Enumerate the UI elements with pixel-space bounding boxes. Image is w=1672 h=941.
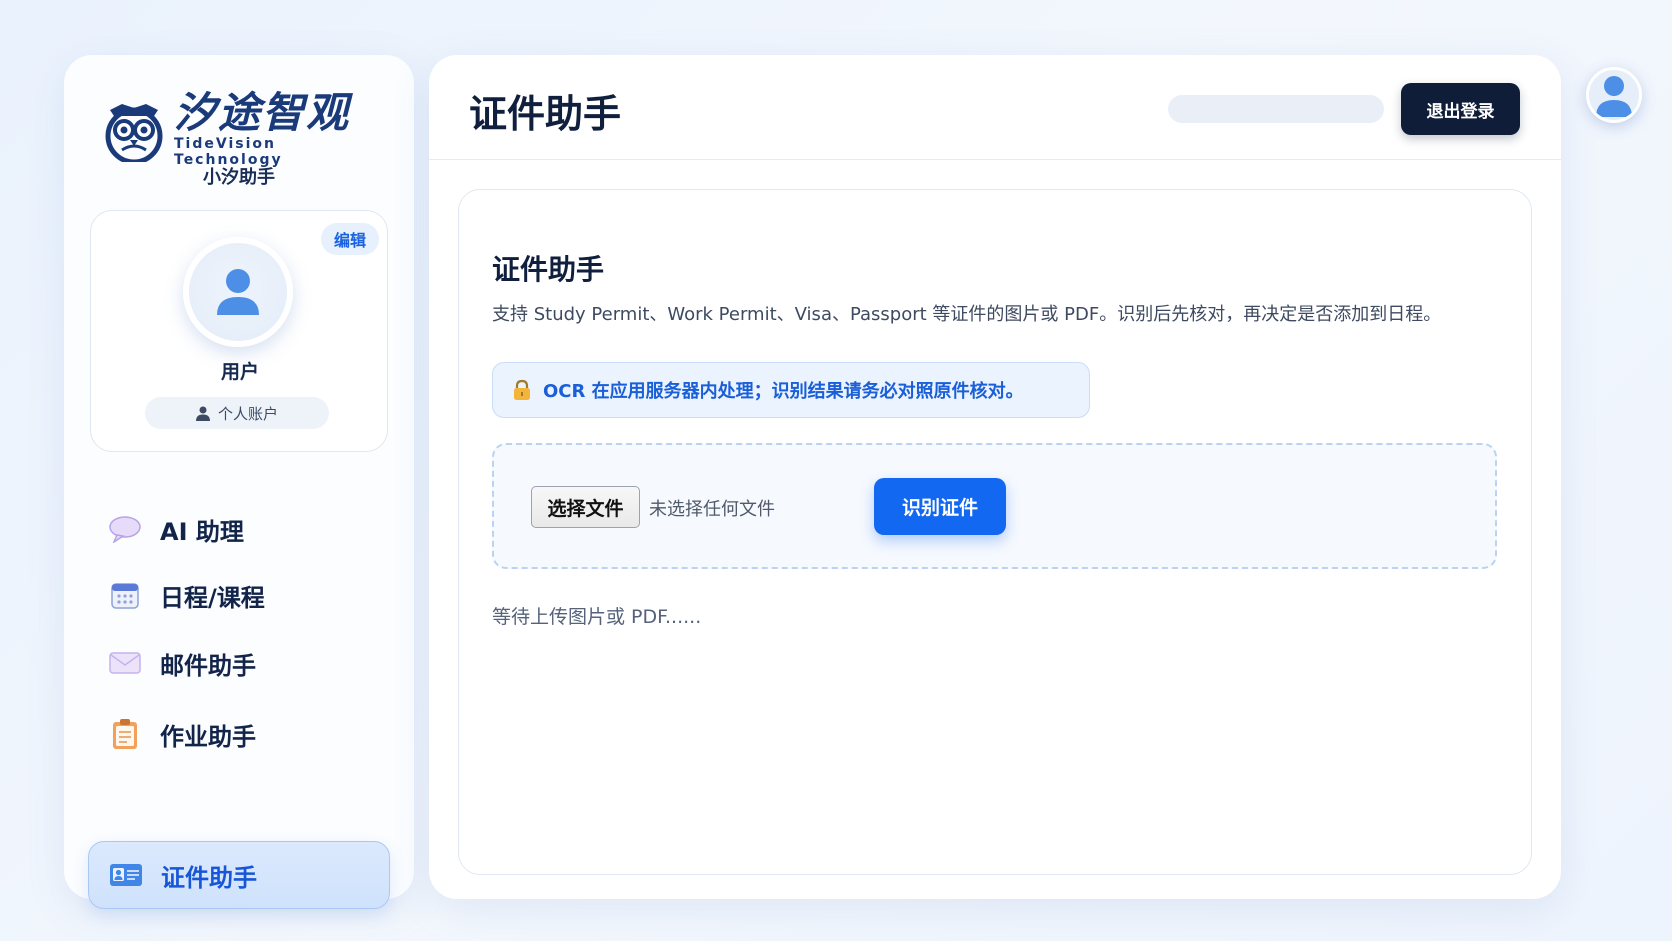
upload-zone[interactable]: 选择文件 未选择任何文件 识别证件 bbox=[492, 443, 1497, 569]
nav-label: 证件助手 bbox=[161, 863, 257, 892]
notice-text: OCR 在应用服务器内处理；识别结果请务必对照原件核对。 bbox=[543, 381, 1024, 402]
lock-icon bbox=[514, 379, 530, 400]
choose-file-button[interactable]: 选择文件 bbox=[531, 486, 640, 528]
person-icon bbox=[195, 406, 210, 421]
user-name: 用户 bbox=[220, 361, 259, 383]
nav-item-ai-assistant[interactable]: AI 助理 bbox=[88, 495, 390, 563]
top-user-avatar[interactable] bbox=[1586, 67, 1642, 123]
nav-label: 邮件助手 bbox=[160, 651, 256, 680]
nav-item-schedule[interactable]: 日程/课程 bbox=[88, 561, 390, 629]
page-title: 证件助手 bbox=[469, 92, 622, 136]
user-icon bbox=[1596, 76, 1632, 117]
profile-card: 编辑 用户 个人账户 bbox=[90, 210, 388, 452]
user-icon bbox=[217, 269, 259, 315]
account-type-badge: 个人账户 bbox=[145, 397, 329, 429]
speech-bubble-icon bbox=[108, 512, 142, 546]
nav-item-homework[interactable]: 作业助手 bbox=[88, 700, 390, 768]
nav-label: AI 助理 bbox=[160, 517, 244, 546]
id-card-icon bbox=[109, 858, 143, 892]
nav-item-email[interactable]: 邮件助手 bbox=[88, 629, 390, 697]
main-panel: 证件助手 退出登录 证件助手 支持 Study Permit、Work Perm… bbox=[429, 55, 1561, 899]
nav-item-id-documents[interactable]: 证件助手 bbox=[88, 841, 390, 909]
nav-label: 作业助手 bbox=[160, 722, 256, 751]
status-text: 等待上传图片或 PDF...... bbox=[492, 606, 702, 628]
calendar-icon bbox=[108, 578, 142, 612]
id-assistant-card: 证件助手 支持 Study Permit、Work Permit、Visa、Pa… bbox=[458, 189, 1532, 875]
app-name: 小汐助手 bbox=[203, 167, 275, 188]
logout-button[interactable]: 退出登录 bbox=[1401, 83, 1520, 135]
edit-profile-button[interactable]: 编辑 bbox=[321, 223, 379, 255]
sidebar: 汐途智观 TideVision Technology 小汐助手 编辑 用户 个人… bbox=[64, 55, 414, 909]
account-type-label: 个人账户 bbox=[217, 404, 278, 423]
owl-logo-icon bbox=[105, 104, 163, 162]
ocr-notice: OCR 在应用服务器内处理；识别结果请务必对照原件核对。 bbox=[492, 362, 1090, 418]
avatar[interactable] bbox=[183, 237, 293, 347]
brand-logo: 汐途智观 TideVision Technology bbox=[102, 88, 382, 168]
brand-name-cn: 汐途智观 bbox=[174, 88, 351, 137]
card-description: 支持 Study Permit、Work Permit、Visa、Passpor… bbox=[492, 304, 1442, 325]
file-status: 未选择任何文件 bbox=[649, 499, 775, 520]
card-title: 证件助手 bbox=[492, 253, 605, 286]
app-page: 汐途智观 TideVision Technology 小汐助手 编辑 用户 个人… bbox=[0, 0, 1672, 941]
nav-label: 日程/课程 bbox=[160, 583, 265, 612]
header-placeholder bbox=[1168, 95, 1384, 123]
clipboard-icon bbox=[108, 717, 142, 751]
recognize-document-button[interactable]: 识别证件 bbox=[874, 478, 1006, 535]
envelope-icon bbox=[108, 646, 142, 680]
main-header: 证件助手 退出登录 bbox=[429, 55, 1561, 160]
